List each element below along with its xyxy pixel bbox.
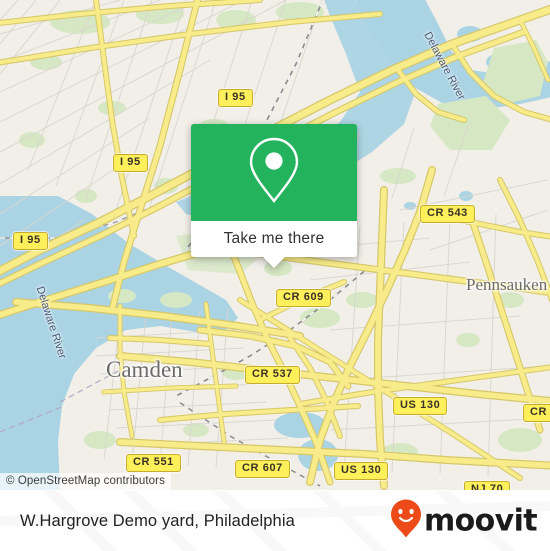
location-popup-card[interactable]: Take me there [191, 124, 357, 268]
road-shield-cr551: CR 551 [126, 454, 181, 472]
map-attribution[interactable]: © OpenStreetMap contributors [0, 473, 171, 490]
popup-header [191, 124, 357, 221]
moovit-brand[interactable]: moovit [390, 499, 538, 544]
road-shield-cr543: CR 543 [420, 205, 475, 223]
road-shield-i95-mid: I 95 [113, 154, 148, 172]
take-me-there-label: Take me there [223, 230, 325, 247]
road-shield-cr537: CR 537 [245, 366, 300, 384]
moovit-wordmark: moovit [423, 503, 538, 538]
popup-pointer-tail [263, 257, 285, 268]
map-canvas[interactable]: I 95 I 95 I 95 CR 543 CR 609 CR 537 US 1… [0, 0, 550, 490]
road-shield-us130-right: US 130 [393, 397, 448, 415]
road-shield-nj70: NJ 70 [464, 481, 511, 490]
location-title: W.Hargrove Demo yard, Philadelphia [20, 511, 295, 530]
road-shield-cr609: CR 609 [276, 289, 331, 307]
road-shield-i95-left: I 95 [13, 232, 48, 250]
road-shield-us130-bottom: US 130 [334, 462, 389, 480]
screenshot-root: I 95 I 95 I 95 CR 543 CR 609 CR 537 US 1… [0, 0, 550, 551]
moovit-smiley-pin-icon [390, 499, 422, 544]
road-shield-i95-top: I 95 [218, 89, 253, 107]
road-shield-cr607: CR 607 [235, 460, 290, 478]
map-pin-icon [245, 135, 303, 210]
footer-bar: W.Hargrove Demo yard, Philadelphia moovi… [0, 490, 550, 551]
place-label-pennsauken: Pennsauken [466, 275, 548, 294]
popup-footer[interactable]: Take me there [191, 221, 357, 257]
place-label-camden: Camden [106, 357, 183, 382]
road-shield-cr6-edge: CR 6 [523, 404, 550, 422]
